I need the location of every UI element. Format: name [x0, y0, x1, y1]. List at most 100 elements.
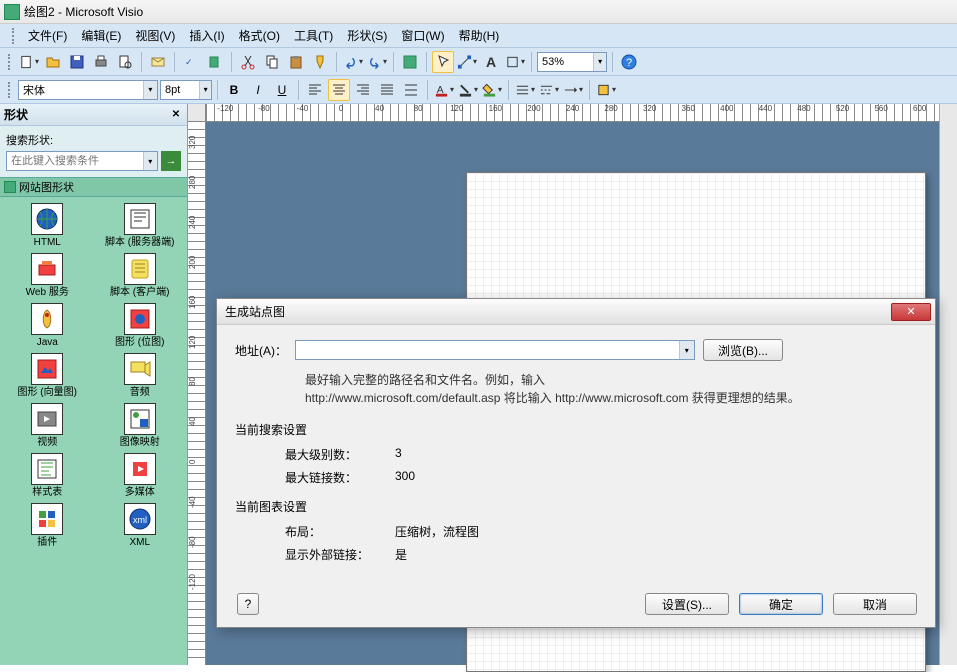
- line-weight-button[interactable]: [514, 79, 536, 101]
- shapes-search-input[interactable]: [7, 155, 143, 167]
- browse-button[interactable]: 浏览(B)...: [703, 339, 783, 361]
- underline-button[interactable]: U: [271, 79, 293, 101]
- menu-shape[interactable]: 形状(S): [341, 25, 393, 46]
- toolbar-grip-2[interactable]: [8, 82, 12, 98]
- cancel-button[interactable]: 取消: [833, 593, 917, 615]
- shape-stencil-header[interactable]: 网站图形状: [0, 177, 187, 197]
- zoom-dropdown-arrow[interactable]: ▾: [593, 53, 606, 71]
- fill-color-button[interactable]: [481, 79, 503, 101]
- copy-button[interactable]: [261, 51, 283, 73]
- shape-label: 视频: [2, 437, 93, 449]
- font-dropdown-arrow[interactable]: ▾: [143, 81, 157, 99]
- menu-window[interactable]: 窗口(W): [395, 25, 450, 46]
- save-button[interactable]: [66, 51, 88, 73]
- address-dropdown-arrow[interactable]: ▾: [679, 341, 694, 359]
- shape-item[interactable]: 视频: [2, 403, 93, 449]
- bold-button[interactable]: B: [223, 79, 245, 101]
- shape-label: 脚本 (客户端): [95, 287, 186, 299]
- email-button[interactable]: [147, 51, 169, 73]
- menu-edit[interactable]: 编辑(E): [75, 25, 127, 46]
- shape-item[interactable]: 多媒体: [95, 453, 186, 499]
- ruler-horizontal[interactable]: -120-80-40040801201602002402803203604004…: [206, 104, 939, 122]
- shape-icon: [31, 503, 63, 535]
- toolbar-grip[interactable]: [8, 54, 12, 70]
- pointer-tool-button[interactable]: [432, 51, 454, 73]
- ruler-vertical[interactable]: 32028024020016012080400-40-80-120: [188, 122, 206, 665]
- menu-view[interactable]: 视图(V): [129, 25, 181, 46]
- dialog-close-button[interactable]: ✕: [891, 303, 931, 321]
- print-button[interactable]: [90, 51, 112, 73]
- extlink-label: 显示外部链接：: [285, 546, 395, 563]
- format-button[interactable]: [595, 79, 617, 101]
- font-size-combo[interactable]: ▾: [160, 80, 212, 100]
- zoom-input[interactable]: [538, 56, 593, 68]
- font-color-button[interactable]: A: [433, 79, 455, 101]
- connector-tool-button[interactable]: [456, 51, 478, 73]
- new-button[interactable]: [18, 51, 40, 73]
- shape-icon: [31, 203, 63, 235]
- size-dropdown-arrow[interactable]: ▾: [199, 81, 211, 99]
- align-left-button[interactable]: [304, 79, 326, 101]
- text-tool-button[interactable]: A: [480, 51, 502, 73]
- address-input[interactable]: [296, 344, 679, 356]
- paste-button[interactable]: [285, 51, 307, 73]
- menu-tools[interactable]: 工具(T): [288, 25, 339, 46]
- dialog-titlebar[interactable]: 生成站点图 ✕: [217, 299, 935, 325]
- shape-item[interactable]: 脚本 (客户端): [95, 253, 186, 299]
- shapes-search-go[interactable]: →: [161, 151, 181, 171]
- shape-item[interactable]: 图形 (向量图): [2, 353, 93, 399]
- settings-button[interactable]: 设置(S)...: [645, 593, 729, 615]
- research-button[interactable]: [204, 51, 226, 73]
- shapes-panel-close[interactable]: ✕: [169, 108, 183, 122]
- shape-item[interactable]: 图像映射: [95, 403, 186, 449]
- dialog-help-button[interactable]: ?: [237, 593, 259, 615]
- address-label: 地址(A)：: [235, 342, 287, 359]
- font-size-input[interactable]: [161, 84, 199, 96]
- shape-item[interactable]: 脚本 (服务器端): [95, 203, 186, 249]
- formatting-toolbar: ▾ ▾ B I U A: [0, 76, 957, 104]
- undo-button[interactable]: [342, 51, 364, 73]
- format-painter-button[interactable]: [309, 51, 331, 73]
- shape-icon: [124, 403, 156, 435]
- shapes-search-arrow[interactable]: ▾: [143, 152, 157, 170]
- shape-label: XML: [95, 537, 186, 549]
- menu-help[interactable]: 帮助(H): [453, 25, 506, 46]
- help-button[interactable]: ?: [618, 51, 640, 73]
- line-color-button[interactable]: [457, 79, 479, 101]
- align-center-button[interactable]: [328, 79, 350, 101]
- font-input[interactable]: [19, 84, 143, 96]
- distribute-button[interactable]: [400, 79, 422, 101]
- shape-item[interactable]: HTML: [2, 203, 93, 249]
- align-justify-button[interactable]: [376, 79, 398, 101]
- address-combo[interactable]: ▾: [295, 340, 695, 360]
- menu-format[interactable]: 格式(O): [233, 25, 286, 46]
- ok-button[interactable]: 确定: [739, 593, 823, 615]
- shape-item[interactable]: 音频: [95, 353, 186, 399]
- shape-item[interactable]: 样式表: [2, 453, 93, 499]
- shape-item[interactable]: Web 服务: [2, 253, 93, 299]
- menu-grip[interactable]: [12, 28, 16, 44]
- shapes-search-combo[interactable]: ▾: [6, 151, 158, 171]
- print-preview-button[interactable]: [114, 51, 136, 73]
- zoom-combo[interactable]: ▾: [537, 52, 607, 72]
- shape-item[interactable]: xmlXML: [95, 503, 186, 549]
- italic-button[interactable]: I: [247, 79, 269, 101]
- shapes-window-button[interactable]: [399, 51, 421, 73]
- line-pattern-button[interactable]: [538, 79, 560, 101]
- shape-item[interactable]: 图形 (位图): [95, 303, 186, 349]
- cut-button[interactable]: [237, 51, 259, 73]
- vertical-scrollbar[interactable]: [939, 104, 957, 665]
- menu-file[interactable]: 文件(F): [22, 25, 73, 46]
- redo-button[interactable]: [366, 51, 388, 73]
- align-right-button[interactable]: [352, 79, 374, 101]
- menu-insert[interactable]: 插入(I): [183, 25, 230, 46]
- open-button[interactable]: [42, 51, 64, 73]
- font-combo[interactable]: ▾: [18, 80, 158, 100]
- drawing-tools-button[interactable]: [504, 51, 526, 73]
- shape-item[interactable]: 插件: [2, 503, 93, 549]
- shape-grid: HTML脚本 (服务器端)Web 服务脚本 (客户端)Java图形 (位图)图形…: [0, 197, 187, 665]
- dialog-title: 生成站点图: [225, 303, 285, 320]
- line-ends-button[interactable]: [562, 79, 584, 101]
- spelling-button[interactable]: ✓: [180, 51, 202, 73]
- shape-item[interactable]: Java: [2, 303, 93, 349]
